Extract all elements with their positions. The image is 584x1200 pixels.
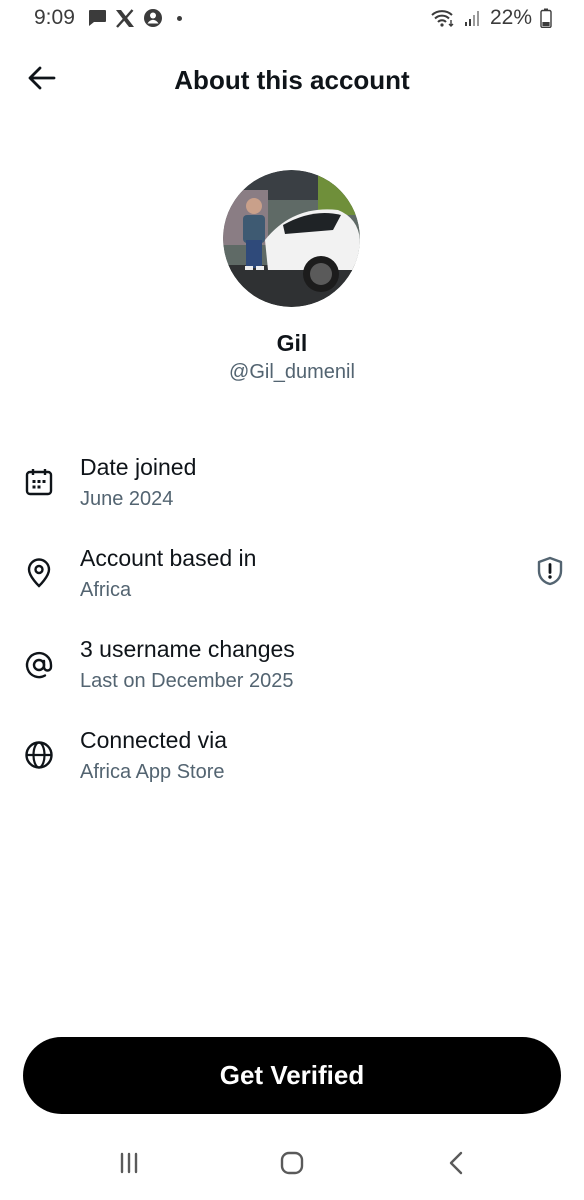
status-bar-left: 9:09: [34, 6, 182, 30]
recent-apps-button[interactable]: [107, 1150, 151, 1180]
get-verified-button[interactable]: Get Verified: [23, 1037, 561, 1114]
profile-name: Gil: [276, 330, 308, 356]
battery-percent: 22%: [489, 6, 532, 29]
info-row-username-changes: 3 username changes Last on December 2025: [0, 632, 584, 712]
info-title: Account based in: [80, 545, 257, 571]
page-title: About this account: [174, 64, 410, 95]
back-icon: [448, 1150, 464, 1181]
calendar-icon: [22, 465, 56, 499]
message-icon: [87, 9, 107, 27]
system-navigation-bar: [0, 1140, 584, 1190]
info-subtitle: June 2024: [80, 488, 174, 510]
status-time: 9:09: [34, 6, 75, 29]
signal-icon: [464, 9, 482, 27]
home-button[interactable]: [270, 1150, 314, 1180]
info-subtitle: Africa App Store: [80, 761, 225, 783]
location-pin-icon: [22, 556, 56, 590]
info-row-account-based-in: Account based in Africa: [0, 541, 584, 621]
battery-icon: [540, 8, 552, 28]
account-circle-icon: [143, 8, 163, 28]
profile-photo-image: [223, 170, 360, 307]
shield-alert-icon: [536, 556, 564, 591]
nav-back-button[interactable]: [434, 1150, 478, 1180]
info-title: Connected via: [80, 727, 228, 753]
info-row-date-joined: Date joined June 2024: [0, 450, 584, 530]
avatar[interactable]: [223, 170, 360, 307]
info-subtitle: Last on December 2025: [80, 670, 294, 692]
top-app-bar: About this account: [0, 52, 584, 108]
status-bar-right: 22%: [430, 6, 552, 30]
recent-apps-icon: [117, 1152, 141, 1179]
info-row-connected-via: Connected via Africa App Store: [0, 723, 584, 803]
about-account-screen: 9:09 22% About this account Gil @Gil_dum…: [0, 0, 584, 1200]
arrow-left-icon: [28, 66, 56, 95]
status-bar: 9:09 22%: [0, 0, 584, 36]
location-info-button[interactable]: [532, 555, 568, 591]
wifi-icon: [430, 8, 456, 28]
at-sign-icon: [22, 648, 56, 682]
notification-dot-icon: [176, 15, 182, 21]
info-title: 3 username changes: [80, 636, 295, 662]
globe-icon: [22, 738, 56, 772]
info-subtitle: Africa: [80, 579, 132, 601]
back-button[interactable]: [20, 58, 64, 102]
home-icon: [279, 1150, 305, 1181]
x-logo-icon: [115, 8, 135, 28]
profile-handle: @Gil_dumenil: [229, 361, 355, 383]
info-title: Date joined: [80, 454, 197, 480]
